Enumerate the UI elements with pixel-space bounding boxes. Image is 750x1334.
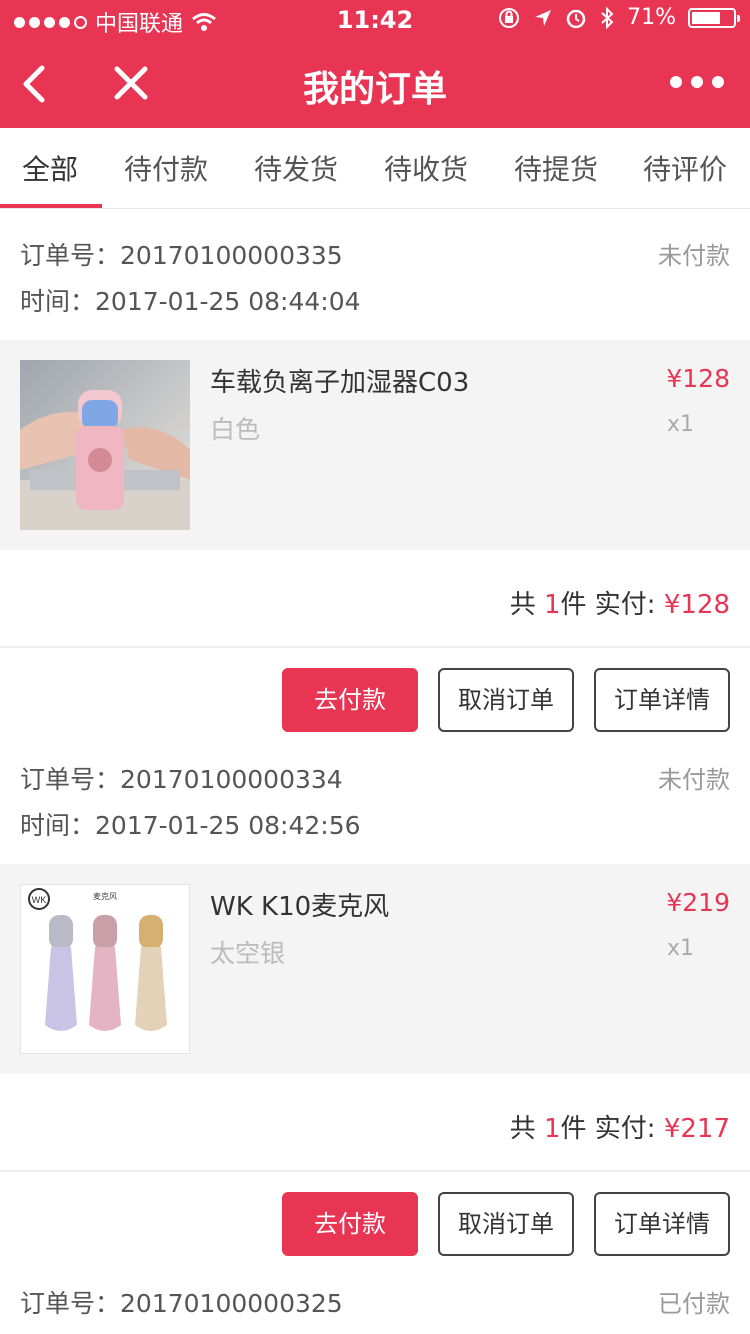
rotation-lock-icon (499, 7, 520, 28)
pay-button[interactable]: 去付款 (282, 668, 418, 732)
tab-pending-review[interactable]: 待评价 (643, 148, 727, 188)
svg-text:麦克风: 麦克风 (93, 891, 117, 901)
order-summary: 共 1件 实付: ¥128 (509, 590, 730, 620)
more-icon[interactable] (670, 76, 724, 88)
pay-button[interactable]: 去付款 (282, 1192, 418, 1256)
active-tab-indicator (0, 204, 102, 208)
cancel-order-button[interactable]: 取消订单 (438, 668, 574, 732)
order-time: 时间：2017-01-25 08:42:56 (20, 811, 361, 840)
nav-bar: 我的订单 (0, 40, 750, 128)
order-time: 时间：2017-01-25 08:44:04 (20, 287, 361, 316)
order-status: 未付款 (658, 766, 730, 794)
location-icon (535, 9, 552, 26)
page-title: 我的订单 (302, 69, 447, 110)
product-name: 车载负离子加湿器C03 (210, 368, 470, 398)
alarm-icon (566, 9, 586, 28)
product-price: ¥219 (666, 888, 730, 917)
svg-text:WK: WK (32, 895, 47, 905)
product-quantity: x1 (666, 412, 694, 437)
order-number: 订单号：20170100000334 (20, 765, 343, 794)
order-summary: 共 1件 实付: ¥217 (509, 1114, 730, 1144)
order-detail-button[interactable]: 订单详情 (594, 1192, 730, 1256)
tab-all[interactable]: 全部 (22, 148, 78, 188)
order-item[interactable]: 车载负离子加湿器C03 白色 ¥128 x1 (0, 340, 750, 550)
battery-percent: 71% (627, 5, 676, 30)
app-header: 中国联通 11:42 71% 我的订单 (0, 0, 750, 128)
product-price: ¥128 (666, 364, 730, 393)
tab-pending-pickup[interactable]: 待提货 (514, 148, 598, 188)
product-image[interactable] (20, 360, 190, 530)
status-bar: 中国联通 11:42 71% (0, 0, 750, 40)
order-status: 未付款 (658, 242, 730, 270)
divider (0, 1170, 750, 1172)
order-number: 订单号：20170100000325 (20, 1289, 343, 1318)
product-quantity: x1 (666, 936, 694, 961)
order-detail-button[interactable]: 订单详情 (594, 668, 730, 732)
battery-icon (688, 7, 740, 28)
tab-pending-payment[interactable]: 待付款 (124, 148, 208, 188)
bluetooth-icon (601, 6, 614, 29)
order-number: 订单号：20170100000335 (20, 241, 343, 270)
product-name: WK K10麦克风 (210, 892, 390, 922)
cancel-order-button[interactable]: 取消订单 (438, 1192, 574, 1256)
tab-pending-receipt[interactable]: 待收货 (384, 148, 468, 188)
order-item[interactable]: WK 麦克风 WK K10麦克风 太空银 ¥219 x1 (0, 864, 750, 1074)
product-image[interactable]: WK 麦克风 (20, 884, 190, 1054)
order-status: 已付款 (658, 1290, 730, 1318)
product-variant: 太空银 (210, 939, 286, 968)
product-variant: 白色 (210, 415, 261, 444)
divider (0, 646, 750, 648)
order-tabs: 全部 待付款 待发货 待收货 待提货 待评价 (0, 128, 750, 209)
tab-pending-shipment[interactable]: 待发货 (254, 148, 338, 188)
